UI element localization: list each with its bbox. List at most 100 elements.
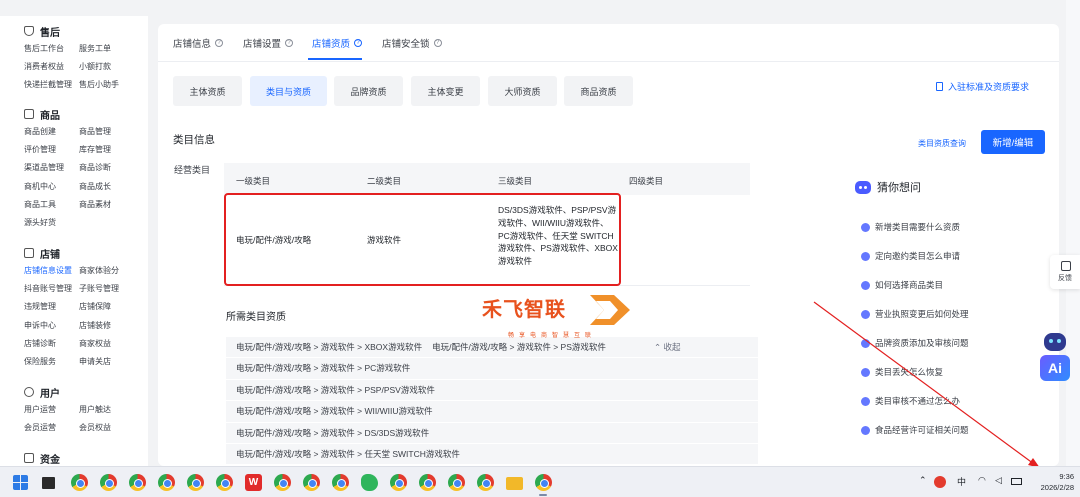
subtab-product-qualification[interactable]: 商品资质: [564, 76, 633, 106]
faq-item[interactable]: 类目审核不通过怎么办: [861, 395, 960, 407]
question-icon: [861, 396, 870, 406]
tab-store-info[interactable]: 店铺信息?: [173, 36, 224, 50]
chrome-icon[interactable]: [332, 474, 349, 491]
sidebar-item[interactable]: 渠道品管理: [24, 159, 79, 177]
section-title: 类目信息: [173, 134, 215, 146]
subtab-entity-qualification[interactable]: 主体资质: [173, 76, 242, 106]
add-edit-button[interactable]: 新增/编辑: [981, 130, 1045, 154]
sidebar-item[interactable]: 用户触达: [79, 401, 134, 419]
sidebar-item[interactable]: 服务工单: [79, 40, 134, 58]
sidebar-item[interactable]: 评价管理: [24, 141, 79, 159]
ime-indicator[interactable]: 中: [957, 475, 966, 488]
folder-icon[interactable]: [506, 477, 523, 490]
sidebar-item[interactable]: 申请关店: [79, 353, 134, 371]
sidebar-item[interactable]: 小额打款: [79, 58, 134, 76]
sidebar-item[interactable]: 商品成长: [79, 178, 134, 196]
battery-icon[interactable]: [1011, 478, 1022, 485]
shield-icon: [24, 26, 34, 36]
subtab-entity-change[interactable]: 主体变更: [411, 76, 480, 106]
sidebar-item[interactable]: 快递拦截管理: [24, 76, 79, 94]
subtab-brand-qualification[interactable]: 品牌资质: [334, 76, 403, 106]
sidebar-item[interactable]: 会员运营: [24, 419, 79, 437]
sidebar-item[interactable]: 店铺装修: [79, 317, 134, 335]
subtab-master-qualification[interactable]: 大师资质: [488, 76, 557, 106]
chrome-icon[interactable]: [448, 474, 465, 491]
subtab-category-qualification[interactable]: 类目与资质: [250, 76, 327, 106]
sidebar-item[interactable]: 商品管理: [79, 123, 134, 141]
faq-item[interactable]: 食品经营许可证相关问题: [861, 424, 969, 436]
wifi-icon[interactable]: ◠: [978, 475, 986, 486]
tab-store-security-lock[interactable]: 店铺安全锁?: [382, 36, 442, 50]
chrome-icon[interactable]: [390, 474, 407, 491]
feedback-button[interactable]: 反馈: [1050, 255, 1080, 289]
faq-item[interactable]: 新增类目需要什么资质: [861, 221, 960, 233]
ai-assistant-button[interactable]: Ai: [1040, 333, 1070, 383]
sidebar-item[interactable]: 用户运营: [24, 401, 79, 419]
taskbar: W ⌃ 中 ◠ ◁ 9:36 2026/2/28: [0, 466, 1080, 497]
faq-item[interactable]: 类目丢失怎么恢复: [861, 366, 943, 378]
sidebar-item[interactable]: 商品工具: [24, 196, 79, 214]
faq-item[interactable]: 营业执照变更后如何处理: [861, 308, 969, 320]
sidebar-group-header[interactable]: 资金: [0, 449, 148, 466]
sidebar-item[interactable]: 商家体验分: [79, 262, 134, 280]
chrome-icon[interactable]: [477, 474, 494, 491]
faq-item[interactable]: 定向邀约类目怎么申请: [861, 250, 960, 262]
sidebar-item[interactable]: 子账号管理: [79, 280, 134, 298]
chrome-icon[interactable]: [187, 474, 204, 491]
tray-app-icon[interactable]: [934, 476, 946, 488]
sidebar-item-store-info[interactable]: 店铺信息设置: [24, 262, 79, 280]
wps-icon[interactable]: W: [245, 474, 262, 491]
sidebar-group-header[interactable]: 售后: [0, 22, 148, 40]
sidebar-group-header[interactable]: 用户: [0, 383, 148, 401]
chrome-icon[interactable]: [158, 474, 175, 491]
faq-item[interactable]: 如何选择商品类目: [861, 279, 943, 291]
chrome-icon[interactable]: [303, 474, 320, 491]
sidebar-item[interactable]: 商品创建: [24, 123, 79, 141]
sidebar-item[interactable]: 违规管理: [24, 298, 79, 316]
sidebar-item[interactable]: 店铺保障: [79, 298, 134, 316]
chrome-icon[interactable]: [216, 474, 233, 491]
sidebar-item[interactable]: 会员权益: [79, 419, 134, 437]
desktop-icon[interactable]: [42, 477, 55, 489]
chrome-icon[interactable]: [535, 474, 552, 491]
sidebar-item[interactable]: 消费者权益: [24, 58, 79, 76]
sidebar-item[interactable]: 售后工作台: [24, 40, 79, 58]
clock[interactable]: 9:36 2026/2/28: [1030, 471, 1074, 493]
tab-store-settings[interactable]: 店铺设置?: [243, 36, 294, 50]
tab-store-qualification[interactable]: 店铺资质?: [312, 36, 363, 50]
faq-item[interactable]: 品牌资质添加及审核问题: [861, 337, 969, 349]
sidebar-item[interactable]: 售后小助手: [79, 76, 134, 94]
sidebar-item[interactable]: 保险服务: [24, 353, 79, 371]
sidebar-item[interactable]: 商品诊断: [79, 159, 134, 177]
volume-icon[interactable]: ◁: [995, 475, 1002, 486]
sidebar-item[interactable]: 商品素材: [79, 196, 134, 214]
sidebar-item[interactable]: 申诉中心: [24, 317, 79, 335]
start-icon[interactable]: [13, 475, 28, 490]
chrome-icon[interactable]: [71, 474, 88, 491]
required-qualification-list: 电玩/配件/游戏/攻略 > 游戏软件 > XBOX游戏软件 电玩/配件/游戏/攻略…: [226, 337, 758, 466]
field-label: 经营类目: [174, 165, 211, 175]
chrome-icon[interactable]: [419, 474, 436, 491]
column-header: 一级类目: [236, 176, 271, 186]
box-icon: [24, 109, 34, 119]
collapse-toggle[interactable]: ⌃ 收起: [654, 337, 681, 358]
chrome-icon[interactable]: [100, 474, 117, 491]
arrow-logo-icon: [590, 295, 630, 325]
requirements-link[interactable]: 入驻标准及资质要求: [935, 80, 1029, 93]
sidebar-item[interactable]: 商机中心: [24, 178, 79, 196]
chrome-icon[interactable]: [129, 474, 146, 491]
sidebar-group-header[interactable]: 商品: [0, 105, 148, 123]
tray-chevron-icon[interactable]: ⌃: [919, 475, 927, 486]
store-icon: [24, 248, 34, 258]
highlight-box: [224, 193, 621, 286]
sidebar-item[interactable]: 商家权益: [79, 335, 134, 353]
sidebar-item[interactable]: 库存管理: [79, 141, 134, 159]
column-header: 二级类目: [367, 176, 402, 186]
sidebar-item[interactable]: 源头好货: [24, 214, 79, 232]
sidebar-item[interactable]: 抖音账号管理: [24, 280, 79, 298]
sidebar-item[interactable]: 店铺诊断: [24, 335, 79, 353]
green-app-icon[interactable]: [361, 474, 378, 491]
category-query-link[interactable]: 类目资质查询: [918, 138, 966, 149]
chrome-icon[interactable]: [274, 474, 291, 491]
sidebar-group-header[interactable]: 店铺: [0, 244, 148, 262]
